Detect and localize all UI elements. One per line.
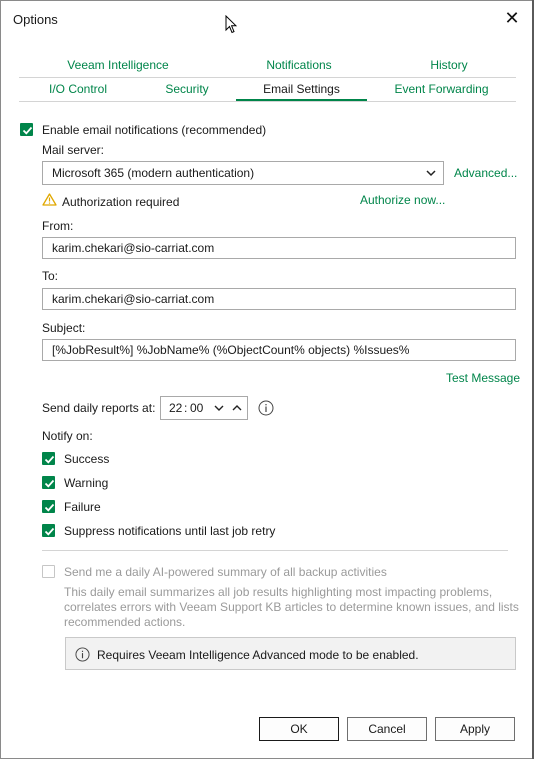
checkmark-icon bbox=[22, 126, 33, 135]
test-message-link[interactable]: Test Message bbox=[446, 371, 520, 385]
notify-success-label: Success bbox=[64, 452, 110, 466]
ai-summary-desc-line1: This daily email summarizes all job resu… bbox=[64, 585, 493, 599]
notify-warning-checkbox[interactable] bbox=[42, 476, 55, 489]
tab-security[interactable]: Security bbox=[137, 79, 237, 101]
time-decrement-icon[interactable] bbox=[213, 402, 225, 414]
to-input[interactable]: karim.chekari@sio-carriat.com bbox=[42, 288, 516, 310]
to-label: To: bbox=[42, 269, 59, 283]
enable-email-checkbox[interactable] bbox=[20, 123, 33, 136]
tab-notifications[interactable]: Notifications bbox=[215, 55, 383, 77]
time-increment-icon[interactable] bbox=[231, 402, 243, 414]
tabs-row-2: I/O Control Security Email Settings Even… bbox=[19, 79, 516, 102]
tab-veeam-intelligence[interactable]: Veeam Intelligence bbox=[33, 55, 203, 77]
notify-failure-label: Failure bbox=[64, 500, 101, 514]
checkmark-icon bbox=[44, 527, 55, 536]
mail-server-value: Microsoft 365 (modern authentication) bbox=[52, 166, 255, 180]
ok-button[interactable]: OK bbox=[259, 717, 339, 741]
notify-failure-checkbox[interactable] bbox=[42, 500, 55, 513]
ai-summary-desc-line2: correlates errors with Veeam Support KB … bbox=[64, 600, 519, 614]
checkmark-icon bbox=[44, 455, 55, 464]
tabs-row-1: Veeam Intelligence Notifications History bbox=[19, 55, 516, 78]
daily-reports-label: Send daily reports at: bbox=[42, 401, 156, 415]
enable-email-label: Enable email notifications (recommended) bbox=[42, 123, 267, 137]
apply-button[interactable]: Apply bbox=[435, 717, 515, 741]
info-icon[interactable] bbox=[258, 400, 274, 416]
mail-server-select[interactable]: Microsoft 365 (modern authentication) bbox=[42, 161, 444, 185]
info-box-text: Requires Veeam Intelligence Advanced mod… bbox=[97, 648, 419, 662]
notify-warning-label: Warning bbox=[64, 476, 109, 490]
options-dialog: Options ✕ Veeam Intelligence Notificatio… bbox=[0, 0, 534, 759]
section-divider bbox=[42, 550, 508, 551]
checkmark-icon bbox=[44, 503, 55, 512]
ai-summary-desc-line3: recommended actions. bbox=[64, 615, 186, 629]
ai-summary-label: Send me a daily AI-powered summary of al… bbox=[64, 565, 387, 579]
chevron-down-icon bbox=[426, 170, 436, 177]
suppress-notifications-label: Suppress notifications until last job re… bbox=[64, 524, 276, 538]
time-minute[interactable]: 00 bbox=[190, 397, 203, 419]
from-input[interactable]: karim.chekari@sio-carriat.com bbox=[42, 237, 516, 259]
close-icon: ✕ bbox=[504, 7, 520, 28]
mail-server-label: Mail server: bbox=[42, 143, 105, 157]
tab-history[interactable]: History bbox=[389, 55, 509, 77]
checkmark-icon bbox=[44, 479, 55, 488]
window-title: Options bbox=[13, 12, 58, 27]
info-box: Requires Veeam Intelligence Advanced mod… bbox=[65, 637, 516, 670]
subject-input[interactable]: [%JobResult%] %JobName% (%ObjectCount% o… bbox=[42, 339, 516, 361]
close-button[interactable]: ✕ bbox=[499, 6, 525, 30]
advanced-link[interactable]: Advanced... bbox=[454, 166, 517, 180]
info-icon bbox=[75, 647, 90, 662]
warning-icon bbox=[42, 193, 57, 206]
daily-time-picker[interactable]: 22 : 00 bbox=[160, 396, 248, 420]
time-separator: : bbox=[184, 401, 188, 415]
title-bar[interactable]: Options ✕ bbox=[1, 1, 533, 37]
tab-event-forwarding[interactable]: Event Forwarding bbox=[367, 79, 516, 101]
tab-io-control[interactable]: I/O Control bbox=[19, 79, 137, 101]
time-hour[interactable]: 22 bbox=[169, 397, 182, 419]
subject-label: Subject: bbox=[42, 321, 86, 335]
from-label: From: bbox=[42, 219, 74, 233]
notify-success-checkbox[interactable] bbox=[42, 452, 55, 465]
authorize-now-link[interactable]: Authorize now... bbox=[360, 193, 445, 207]
mouse-cursor-icon bbox=[225, 15, 237, 34]
tab-email-settings[interactable]: Email Settings bbox=[236, 79, 367, 101]
suppress-notifications-checkbox[interactable] bbox=[42, 524, 55, 537]
ai-summary-checkbox[interactable] bbox=[42, 565, 55, 578]
auth-required-text: Authorization required bbox=[62, 195, 180, 209]
notify-on-label: Notify on: bbox=[42, 429, 93, 443]
cancel-button[interactable]: Cancel bbox=[347, 717, 427, 741]
